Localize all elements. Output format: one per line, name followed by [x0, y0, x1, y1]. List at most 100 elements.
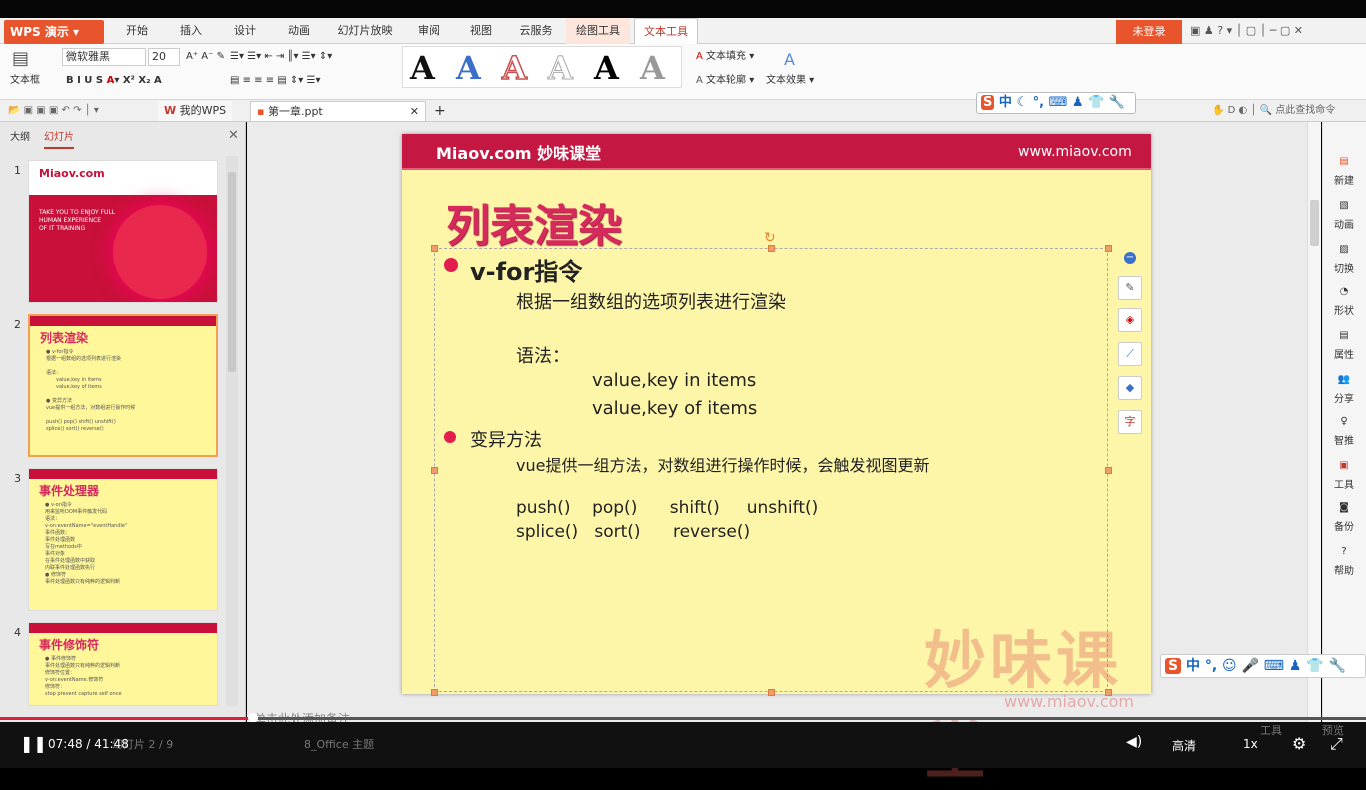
resize-handle[interactable] [768, 245, 775, 252]
methods-line-1: push() pop() shift() unshift() [516, 498, 819, 518]
panel-help[interactable]: ? 帮助 [1322, 546, 1366, 577]
slide-watermark-url: www.miaov.com [1004, 692, 1134, 711]
ime-toolbar-bottom[interactable]: S 中 °, ☺ 🎤 ⌨ ♟ 👕 🔧 [1160, 654, 1366, 678]
close-tab-icon[interactable]: ✕ [410, 102, 419, 122]
resize-handle[interactable] [431, 245, 438, 252]
slide-thumb-1[interactable]: Miaov.com TAKE YOU TO ENJOY FULL HUMAN EX… [28, 160, 218, 303]
window-icons: ▣ ♟ ? ▾ │ ▢ │ ─ ▢ ✕ [1190, 24, 1303, 37]
syntax-of: value,key of items [592, 398, 758, 419]
panel-tools[interactable]: ▣ 工具 [1322, 460, 1366, 491]
edit-tool-icon[interactable]: ✎ [1118, 276, 1142, 300]
text-effect-button[interactable]: 文本效果 ▾ [766, 72, 814, 90]
format-buttons[interactable]: B I U S A▾ X² X₂ A [66, 72, 162, 90]
syntax-in: value,key in items [592, 370, 757, 391]
text-fill-button[interactable]: A 文本填充 ▾ [696, 48, 754, 66]
theme-name: 8_Office 主题 [304, 738, 375, 751]
ime-toolbar[interactable]: S 中 ☾ °, ⌨ ♟ 👕 🔧 [976, 92, 1136, 114]
sogou-icon: S [1165, 658, 1182, 674]
tab-file[interactable]: ▪ 第一章.ppt ✕ [250, 101, 426, 121]
bullet-mutation: 变异方法 [470, 430, 542, 451]
slide-thumb-3[interactable]: 事件处理器 ● v-on指令 用来监听DOM事件触发代码 语法： v-on:event… [28, 468, 218, 611]
panel-share[interactable]: 👥 分享 [1322, 374, 1366, 405]
pause-icon[interactable]: ❚❚ [20, 734, 47, 753]
menu-view[interactable]: 视图 [458, 18, 504, 44]
animation-icon: ▧ [1339, 200, 1349, 211]
tab-my-wps[interactable]: W 我的WPS [158, 101, 233, 121]
close-panel-icon[interactable]: ✕ [228, 128, 239, 143]
style-black-bold[interactable]: A [594, 48, 619, 88]
wps-logo-icon: W [164, 104, 177, 117]
menu-animation[interactable]: 动画 [276, 18, 322, 44]
menu-slideshow[interactable]: 幻灯片放映 [330, 18, 400, 44]
speed-button[interactable]: 1x [1243, 737, 1258, 751]
menu-review[interactable]: 审阅 [406, 18, 452, 44]
app-menu-button[interactable]: WPS 演示 ▾ [4, 20, 104, 44]
thumb2-lines: ● v-for指令 根据一组数组的选项列表进行渲染 语法： value,key in… [46, 349, 136, 432]
style-black[interactable]: A [410, 48, 435, 88]
style-red-outline[interactable]: A [501, 48, 527, 88]
font-select[interactable]: 微软雅黑 [62, 48, 146, 66]
window-top-bar [0, 0, 1366, 18]
resize-handle[interactable] [768, 689, 775, 696]
resize-handle[interactable] [1105, 245, 1112, 252]
menu-cloud[interactable]: 云服务 [510, 18, 562, 44]
layers-tool-icon[interactable]: ◆ [1118, 376, 1142, 400]
text-tool-icon[interactable]: 字 [1118, 410, 1142, 434]
style-light-outline[interactable]: A [548, 48, 574, 88]
resize-handle[interactable] [431, 689, 438, 696]
slide-header: Miaov.com 妙味课堂 www.miaov.com [402, 134, 1151, 170]
fullscreen-icon[interactable]: ⤢ [1330, 734, 1343, 754]
slide-url: www.miaov.com [1018, 144, 1132, 160]
tools-label[interactable]: 工具 [1260, 722, 1282, 738]
video-time: 07:48 / 41:48 [48, 737, 129, 751]
panel-transition[interactable]: ▨ 切换 [1322, 244, 1366, 275]
menu-insert[interactable]: 插入 [168, 18, 214, 44]
slide[interactable]: Miaov.com 妙味课堂 www.miaov.com 列表渲染 ↻ v-fo… [402, 134, 1151, 787]
quick-access-toolbar[interactable]: 📂 ▣ ▣ ▣ ↶ ↷ │ ▾ [8, 102, 99, 120]
font-size-buttons[interactable]: A⁺ A⁻ ✎ [186, 48, 225, 66]
thumb1-brand: Miaov.com [29, 161, 217, 195]
resize-handle[interactable] [1105, 467, 1112, 474]
video-progress-fill [0, 717, 254, 720]
text-outline-button[interactable]: A 文本轮廓 ▾ [696, 72, 754, 90]
volume-icon[interactable]: ◀) [1126, 734, 1142, 750]
line-tool-icon[interactable]: ⟋ [1118, 342, 1142, 366]
resize-handle[interactable] [431, 467, 438, 474]
panel-new[interactable]: ▤ 新建 [1322, 156, 1366, 187]
login-button[interactable]: 未登录 [1116, 20, 1182, 44]
bullet-dot [444, 258, 458, 272]
panel-scrollbar[interactable] [226, 156, 238, 706]
rotate-handle-icon[interactable]: ↻ [764, 230, 776, 246]
font-size-select[interactable]: 20 [148, 48, 180, 66]
align-buttons[interactable]: ▤ ≡ ≡ ≡ ▤ ⇕▾ ☰▾ [230, 72, 321, 90]
list-buttons[interactable]: ☰▾ ☰▾ ⇤ ⇥ ║▾ ☰▾ ⇕▾ [230, 48, 332, 66]
quality-button[interactable]: 高清 [1172, 737, 1196, 754]
tab-slides[interactable]: 幻灯片 [44, 129, 74, 149]
canvas-scrollbar[interactable] [1307, 122, 1321, 722]
tab-bar-icons[interactable]: ✋ D ◐ │ 🔍 点此查找命令 [1212, 102, 1335, 120]
menu-text-tools[interactable]: 文本工具 [634, 18, 698, 44]
slide-logo: Miaov.com 妙味课堂 [436, 144, 602, 163]
new-tab-button[interactable]: + [428, 101, 452, 121]
panel-properties[interactable]: ▤ 属性 [1322, 330, 1366, 361]
tab-outline[interactable]: 大纲 [10, 129, 30, 147]
panel-shape[interactable]: ◔ 形状 [1322, 286, 1366, 317]
slide-thumb-4[interactable]: 事件修饰符 ● 事件修饰符 事件处理函数只有纯粹的逻辑判断 修饰符位置： v-on:e… [28, 622, 218, 706]
style-gray[interactable]: A [640, 48, 665, 88]
menu-drawing-tools[interactable]: 绘图工具 [566, 18, 630, 44]
textbox-button[interactable]: 文本框 [10, 72, 40, 90]
thumb2-title: 列表渲染 [40, 331, 89, 345]
panel-recommend[interactable]: ♀ 智推 [1322, 416, 1366, 447]
menu-design[interactable]: 设计 [222, 18, 268, 44]
style-blue[interactable]: A [456, 48, 481, 88]
slide-title[interactable]: 列表渲染 [446, 190, 622, 254]
menu-start[interactable]: 开始 [114, 18, 160, 44]
fill-tool-icon[interactable]: ◈ [1118, 308, 1142, 332]
syntax-label: 语法： [516, 346, 570, 367]
panel-backup[interactable]: ◙ 备份 [1322, 502, 1366, 533]
new-icon: ▤ [1339, 156, 1349, 167]
slide-thumb-2[interactable]: 列表渲染 ● v-for指令 根据一组数组的选项列表进行渲染 语法： value,k… [28, 314, 218, 457]
collapse-icon[interactable]: − [1124, 252, 1136, 264]
panel-animation[interactable]: ▧ 动画 [1322, 200, 1366, 231]
settings-icon[interactable]: ⚙ [1292, 734, 1306, 753]
